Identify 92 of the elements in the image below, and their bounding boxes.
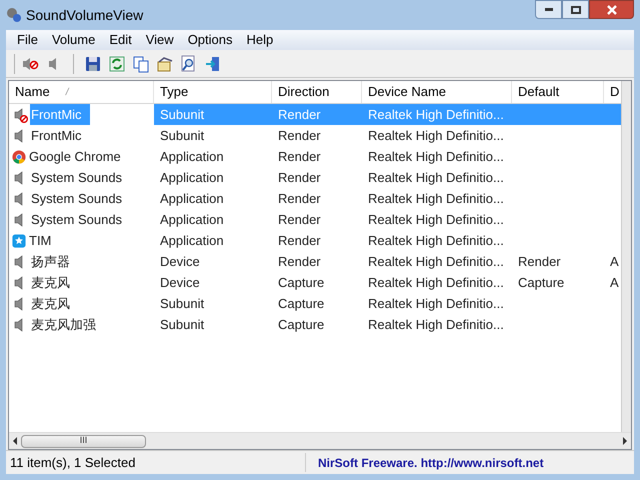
menu-item[interactable]: File [10,30,45,50]
column-header[interactable]: Device Name [362,81,512,103]
table-cell-text: Application [159,232,225,250]
table-cell-text: TIM [28,232,52,250]
exit-icon[interactable] [204,54,222,72]
column-header[interactable]: Default [512,81,604,103]
table-row[interactable]: FrontMic Subunit Render Realtek High Definitio... [9,125,621,146]
table-cell-text: 麦克风加强 [30,316,97,334]
refresh-icon[interactable] [108,54,126,72]
table-cell-text: Capture [277,294,326,313]
table-cell-text: FrontMic [30,126,83,145]
menu-item[interactable]: Volume [44,30,102,50]
table-cell-text: Realtek High Definitio... [367,316,505,334]
table-cell-text: Realtek High Definitio... [367,148,505,166]
table-cell-text: Render [277,252,322,271]
table-cell-text: Capture [517,274,566,292]
table-cell: FrontMic [30,104,90,125]
table-cell-text: A [609,274,620,292]
table-cell-text: Subunit [159,316,206,334]
sort-indicator: / [66,86,68,100]
table-row[interactable]: 麦克风 Device Capture Realtek High Definitio... Capture A [9,272,621,293]
table-cell-text: Realtek High Definitio... [367,210,505,229]
table-cell-text: Realtek High Definitio... [367,190,505,208]
star-chat-icon [12,234,26,248]
menu-item[interactable]: Options [180,30,240,50]
table-cell-text: Realtek High Definitio... [367,252,505,271]
table-cell-text: Render [277,210,322,229]
table-cell-text: A [609,252,620,271]
table-cell-text: Google Chrome [28,148,122,166]
table-cell-text: System Sounds [30,168,124,187]
table-row[interactable]: 扬声器 Device Render Realtek High Definitio... Render A [9,251,621,272]
table-cell: Realtek High Definitio... [362,104,512,125]
scroll-right-icon[interactable] [623,437,627,445]
table-cell-text: Render [517,252,562,271]
column-header[interactable]: Type [154,81,272,103]
save-icon[interactable] [84,54,102,72]
scroll-thumb[interactable]: III [21,434,146,448]
table-cell-text: 麦克风 [30,274,71,292]
menu-item[interactable]: Edit [102,30,139,50]
menu-item[interactable]: Help [240,30,280,50]
horizontal-scrollbar[interactable]: III [9,432,631,449]
table-cell-text: Realtek High Definitio... [367,294,505,313]
table-cell-text: System Sounds [30,190,124,208]
maximize-button[interactable] [562,0,589,19]
table-row[interactable]: 麦克风加强 Subunit Capture Realtek High Definitio... [9,314,621,335]
table-row[interactable]: 麦克风 Subunit Capture Realtek High Definitio... [9,293,621,314]
table-row[interactable]: TIM Application Render Realtek High Definitio... [9,230,621,251]
table-cell-text: Realtek High Definitio... [367,232,505,250]
table-cell-text: Application [159,168,225,187]
status-link[interactable]: NirSoft Freeware. http://www.nirsoft.net [306,454,556,472]
table-cell-text: Subunit [159,126,206,145]
table-cell-text: 麦克风 [30,294,71,313]
status-count: 11 item(s), 1 Selected [6,452,306,472]
table-cell: Subunit [154,104,272,125]
table-cell-text: Realtek High Definitio... [367,126,505,145]
menu-item[interactable]: View [138,30,181,50]
table-cell-text: Application [159,190,225,208]
table-cell-text: Render [277,126,322,145]
table-cell-text: Realtek High Definitio... [367,274,505,292]
table-cell-text: Render [277,168,322,187]
table-cell-text: Render [277,148,322,166]
chrome-icon [12,150,26,164]
column-header[interactable]: Name / [9,81,154,103]
table-cell-text: Capture [277,274,326,292]
toolbar-separator [73,54,74,74]
scroll-left-icon[interactable] [13,437,17,445]
table-row[interactable]: System Sounds Application Render Realtek High Definitio... [9,188,621,209]
speaker-app-icon [6,7,22,23]
table-cell-text: Subunit [159,294,206,313]
properties-icon[interactable] [156,54,174,72]
column-header[interactable]: Direction [272,81,362,103]
close-button[interactable] [589,0,634,19]
table-cell-text: Device [159,274,201,292]
table-cell-text: Application [159,210,225,229]
table-cell-text: System Sounds [30,210,124,229]
table-cell-text: Realtek High Definitio... [367,168,505,187]
table-cell-text: Application [159,148,225,166]
table-row[interactable]: System Sounds Application Render Realtek High Definitio... [9,167,621,188]
muted-speaker-icon [12,106,28,122]
table-cell: Render [272,104,362,125]
table-cell-text: Capture [277,316,326,334]
table-cell-text: Render [277,190,322,208]
table-cell-text: 扬声器 [30,252,71,271]
table-cell-text: Render [277,232,322,250]
table-row[interactable]: Google Chrome Application Render Realtek High Definitio... [9,146,621,167]
minimize-button[interactable] [535,0,562,19]
table-cell-text: Device [159,252,201,271]
vertical-scrollbar[interactable] [621,81,631,432]
table-row[interactable]: System Sounds Application Render Realtek High Definitio... [9,209,621,230]
window-title: SoundVolumeView [26,6,144,24]
close-icon [606,4,616,14]
copy-icon[interactable] [132,54,150,72]
